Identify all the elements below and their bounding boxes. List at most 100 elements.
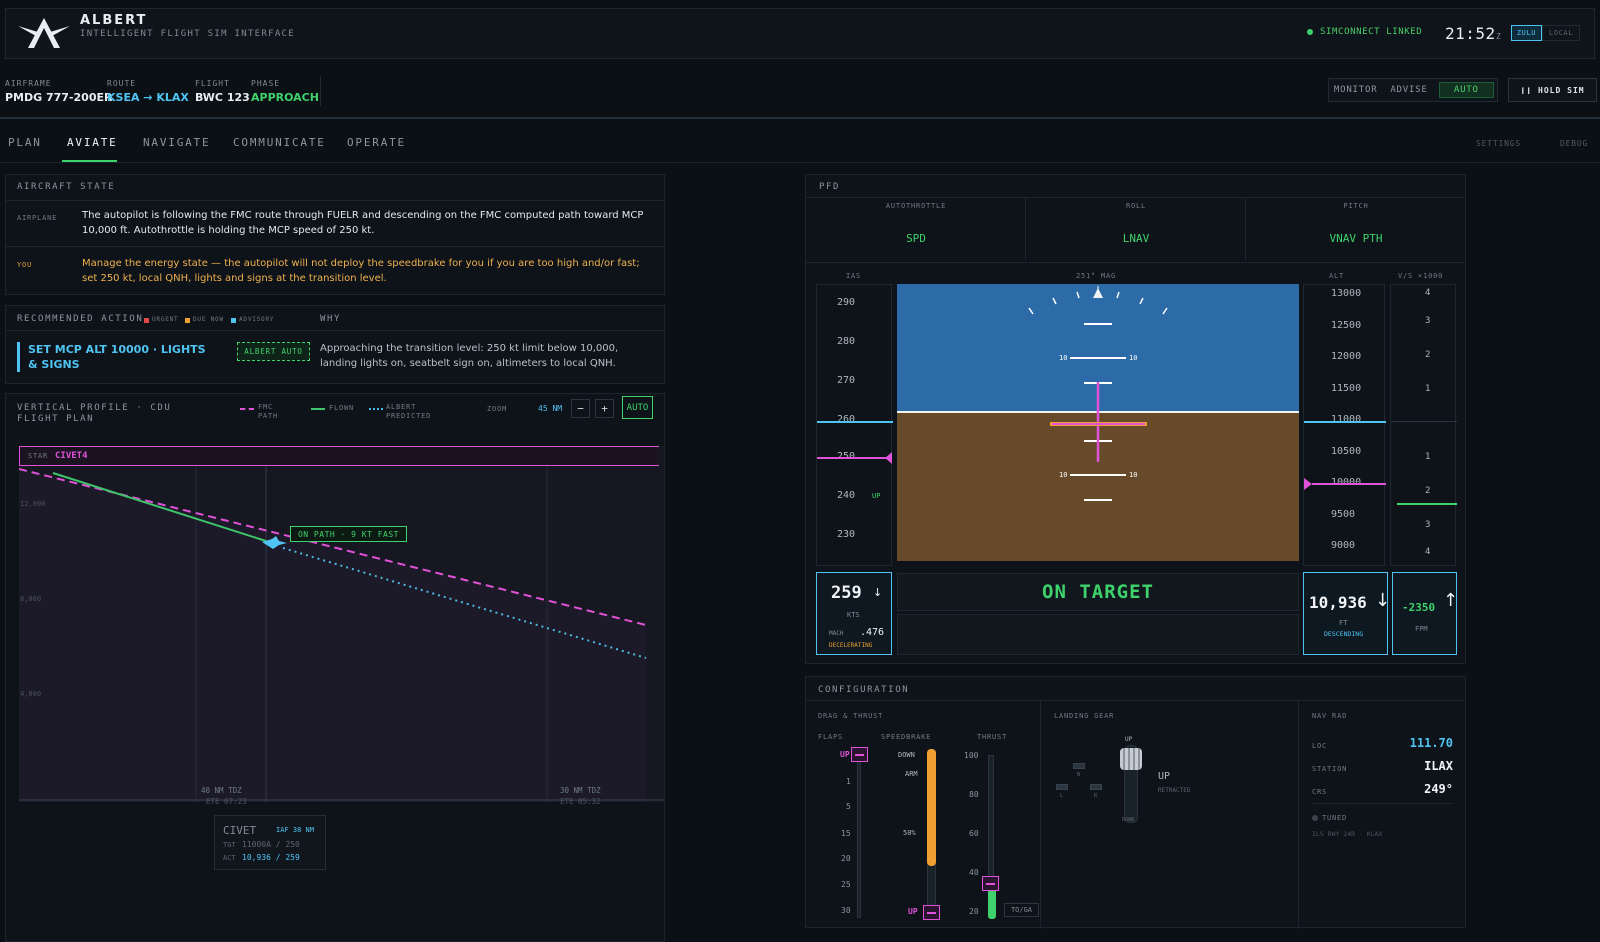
why-text: Approaching the transition level: 250 kt… xyxy=(320,343,619,369)
waypoint-iaf: IAF 38 NM xyxy=(276,826,314,834)
flaps-tick-up: UP xyxy=(840,750,850,759)
info-divider xyxy=(320,76,321,106)
alt-tick: 9000 xyxy=(1331,540,1356,551)
fma-autothrottle-label: AUTOTHROTTLE xyxy=(885,202,947,210)
urgent-swatch xyxy=(144,318,149,323)
legend-flown: FLOWN xyxy=(329,404,355,412)
legend-predicted: ALBERT PREDICTED xyxy=(386,403,432,420)
vs-label: V/S ×1000 xyxy=(1398,272,1444,280)
vs-tick: 3 xyxy=(1425,316,1431,326)
speed-unit: KTS xyxy=(847,611,860,619)
tab-operate[interactable]: OPERATE xyxy=(347,136,406,149)
recommended-action-text[interactable]: SET MCP ALT 10000 · LIGHTS & SIGNS xyxy=(28,342,218,372)
vs-tick: 4 xyxy=(1425,547,1431,557)
gear-state: UP xyxy=(1158,771,1171,782)
thrust-label: THRUST xyxy=(977,733,1008,741)
crs-value: 249° xyxy=(1424,782,1453,796)
recommended-action-panel: RECOMMENDED ACTION URGENT DUE NOW ADVISO… xyxy=(5,305,666,384)
nav-rad-title: NAV RAD xyxy=(1312,712,1348,720)
profile-auto-button[interactable]: AUTO xyxy=(622,396,653,419)
legend-urgent: URGENT xyxy=(152,316,179,323)
alt-tick: 12500 xyxy=(1331,320,1362,331)
mach-label: MACH xyxy=(829,630,844,637)
tab-navigate[interactable]: NAVIGATE xyxy=(143,136,210,149)
speed-bug xyxy=(817,457,887,459)
energy-status: ON TARGET xyxy=(897,573,1299,611)
pfd-title: PFD xyxy=(819,182,841,192)
settings-link[interactable]: SETTINGS xyxy=(1476,139,1521,148)
col-divider xyxy=(1298,700,1299,929)
clock: 21:52 xyxy=(1445,24,1496,43)
tab-plan[interactable]: PLAN xyxy=(8,136,42,149)
legend-fmc-swatch xyxy=(240,408,254,410)
mode-monitor[interactable]: MONITOR xyxy=(1329,79,1382,101)
row-divider xyxy=(806,700,1466,701)
tab-aviate[interactable]: AVIATE xyxy=(67,136,118,149)
thrust-handle[interactable] xyxy=(982,876,999,891)
you-label: YOU xyxy=(17,261,33,269)
alt-tick: 13000 xyxy=(1331,288,1362,299)
col-divider xyxy=(1040,700,1041,929)
fma-autothrottle-value: SPD xyxy=(906,232,926,245)
gear-lever-handle[interactable] xyxy=(1120,748,1142,770)
speedbrake-arm: ARM xyxy=(905,770,918,778)
zulu-toggle[interactable]: ZULU xyxy=(1511,25,1542,41)
airframe-value: PMDG 777-200ER xyxy=(5,91,113,104)
tab-communicate[interactable]: COMMUNICATE xyxy=(233,136,326,149)
speedbrake-50: 50% xyxy=(903,829,916,837)
clock-suffix: Z xyxy=(1496,32,1501,41)
speed-tick: 280 xyxy=(837,336,856,347)
airframe-label: AIRFRAME xyxy=(5,79,52,88)
pitch-label: 10 xyxy=(1059,471,1068,479)
gear-r-label: R xyxy=(1094,793,1098,799)
vs-tape: 4 3 2 1 1 2 3 4 xyxy=(1390,284,1457,566)
vs-tick: 3 xyxy=(1425,520,1431,530)
debug-link[interactable]: DEBUG xyxy=(1560,139,1588,148)
mode-auto[interactable]: AUTO xyxy=(1438,82,1494,98)
zoom-out-button[interactable]: − xyxy=(571,399,590,418)
local-toggle[interactable]: LOCAL xyxy=(1542,25,1580,41)
aircraft-state-title: AIRCRAFT STATE xyxy=(17,182,116,192)
status-dot-icon xyxy=(1307,29,1313,35)
waypoint-name: CIVET xyxy=(223,824,257,837)
thrust-tick: 100 xyxy=(964,751,979,760)
zoom-label: ZOOM xyxy=(487,405,508,413)
alt-reference-line xyxy=(1304,421,1386,423)
speedbrake-handle[interactable] xyxy=(923,905,940,920)
pause-icon: ❙❙ xyxy=(1520,85,1533,95)
mach-value: .476 xyxy=(860,627,885,638)
app-subtitle: INTELLIGENT FLIGHT SIM INTERFACE xyxy=(80,29,295,39)
speedbrake-up: UP xyxy=(908,907,918,916)
phase-value: APPROACH xyxy=(251,91,319,104)
alt-label: ALT xyxy=(1329,272,1345,280)
due-now-swatch xyxy=(185,318,190,323)
speed-tick: 230 xyxy=(837,529,856,540)
hold-sim-button[interactable]: ❙❙ HOLD SIM xyxy=(1508,78,1597,102)
zoom-in-button[interactable]: + xyxy=(595,399,614,418)
speed-bug-marker-icon xyxy=(885,452,892,464)
simconnect-status: SIMCONNECT LINKED xyxy=(1320,27,1423,37)
vs-tick: 1 xyxy=(1425,384,1431,394)
loc-frequency[interactable]: 111.70 xyxy=(1369,736,1453,750)
landing-gear-title: LANDING GEAR xyxy=(1054,712,1115,720)
alt-tick: 10500 xyxy=(1331,446,1362,457)
flaps-handle[interactable] xyxy=(851,747,868,762)
on-path-badge: ON PATH · 9 KT FAST xyxy=(290,526,407,542)
toga-button[interactable]: TO/GA xyxy=(1004,903,1039,917)
vs-tick: 2 xyxy=(1425,350,1431,360)
zoom-value: 45 NM xyxy=(538,404,563,413)
pitch-label: 10 xyxy=(1129,354,1138,362)
status-message-bar xyxy=(897,614,1299,655)
waypoint-card[interactable]: CIVET IAF 38 NM TGT 11000A / 250 ACT 10,… xyxy=(214,815,326,870)
vs-tick: 1 xyxy=(1425,452,1431,462)
mode-advise[interactable]: ADVISE xyxy=(1382,79,1435,101)
thrust-tick: 60 xyxy=(969,829,979,838)
tdz-right-ete: ETE 05:32 xyxy=(560,797,601,806)
gear-down-label: DOWN xyxy=(1122,817,1135,823)
tabs-divider xyxy=(0,162,1600,163)
route-label: ROUTE xyxy=(107,79,137,88)
advisory-bar xyxy=(17,342,20,372)
thrust-tick: 20 xyxy=(969,907,979,916)
thrust-tick: 40 xyxy=(969,868,979,877)
speed-tick: 270 xyxy=(837,375,856,386)
